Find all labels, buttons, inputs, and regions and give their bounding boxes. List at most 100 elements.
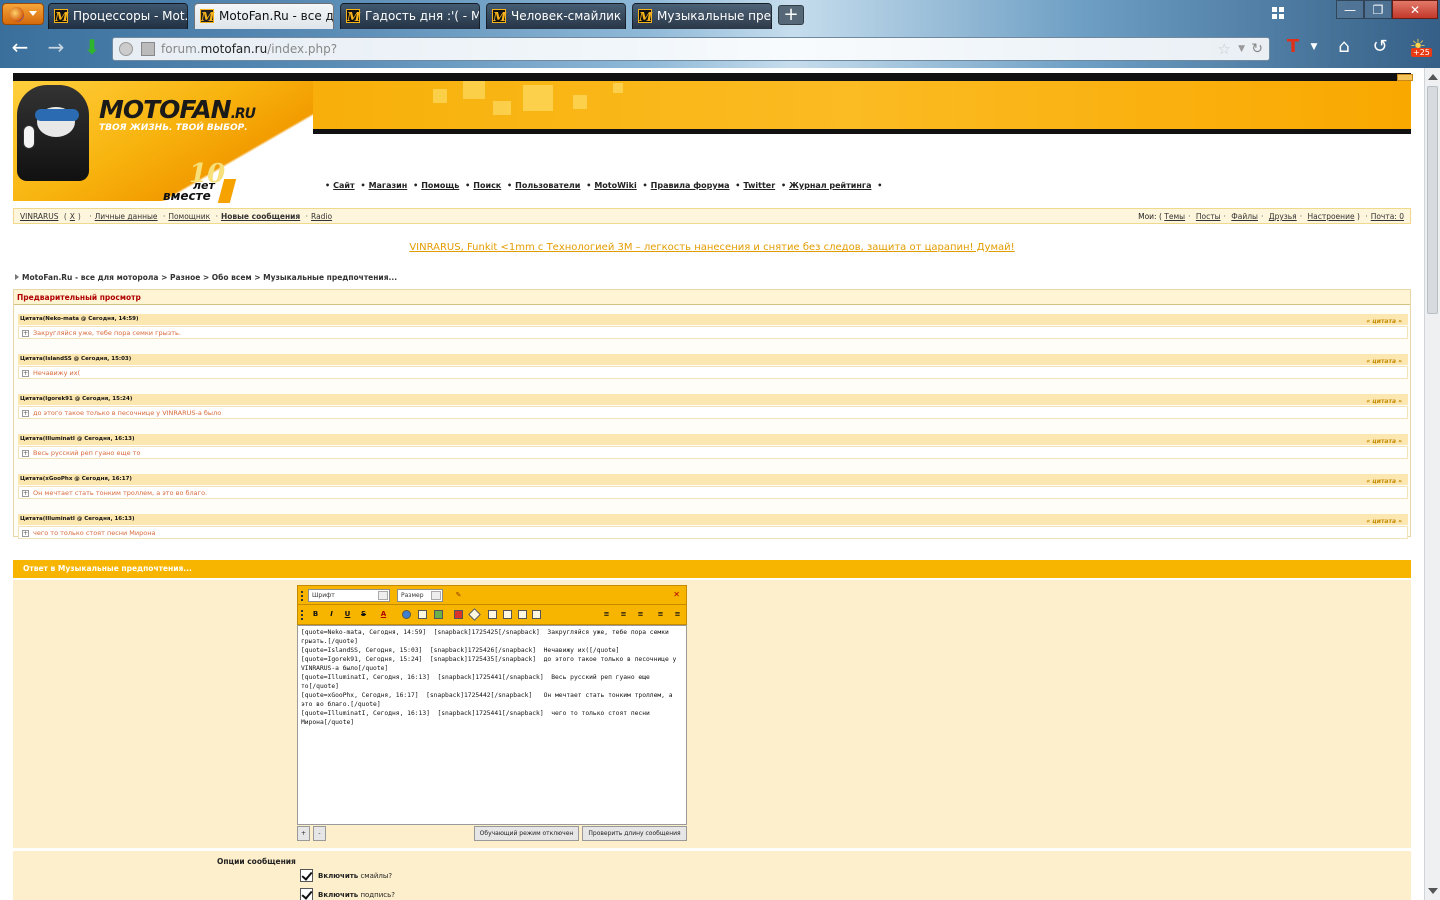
url-path: /index.php?: [267, 42, 338, 56]
site-identity-icon[interactable]: [119, 42, 133, 56]
expand-editor-button[interactable]: +: [297, 826, 310, 841]
menu-toggle-icon[interactable]: [1397, 74, 1413, 81]
logout-link[interactable]: X: [70, 212, 75, 221]
nav-motowiki-link[interactable]: MotoWiki: [594, 181, 636, 190]
tutorial-mode-button[interactable]: Обучающий режим отключен: [474, 826, 579, 841]
browser-tab-4[interactable]: M Человек-смайлик =...: [486, 3, 626, 29]
mine-topics-link[interactable]: Темы: [1164, 212, 1185, 221]
insert-code-icon[interactable]: [468, 608, 481, 621]
strike-button[interactable]: S: [358, 609, 369, 620]
quote-header: Цитата(IlluminatI @ Сегодня, 16:13): [20, 436, 135, 442]
mine-posts-link[interactable]: Посты: [1196, 212, 1221, 221]
scroll-down-icon[interactable]: [1428, 888, 1438, 894]
new-tab-button[interactable]: +: [778, 5, 804, 25]
forward-arrow-icon[interactable]: →: [44, 36, 68, 60]
insert-spoiler-icon[interactable]: [503, 610, 512, 619]
download-arrow-icon[interactable]: ⬇: [80, 36, 104, 60]
numbered-list-icon[interactable]: ≡: [655, 609, 666, 620]
insert-email-icon[interactable]: [418, 610, 427, 619]
history-dropdown-icon[interactable]: ▼: [1238, 38, 1245, 60]
username-link[interactable]: VINRARUS: [20, 212, 58, 221]
mine-mood-link[interactable]: Настроение: [1307, 212, 1354, 221]
tab-bar: M Процессоры - Mot... M MotoFan.Ru - все…: [0, 0, 1440, 30]
maximize-button[interactable]: ❐: [1364, 0, 1392, 19]
nav-twitter-link[interactable]: Twitter: [743, 181, 775, 190]
nav-rating-log-link[interactable]: Журнал рейтинга: [789, 181, 871, 190]
translate-addon-icon[interactable]: T: [1282, 36, 1304, 58]
nav-site-link[interactable]: Сайт: [333, 181, 355, 190]
insert-youtube-icon[interactable]: [454, 610, 463, 619]
insert-link-icon[interactable]: [402, 610, 411, 619]
expand-plus-icon[interactable]: +: [22, 490, 29, 497]
italic-button[interactable]: I: [326, 609, 337, 620]
reload-icon[interactable]: ↻: [1251, 38, 1263, 60]
color-palette-icon[interactable]: ✎: [453, 590, 464, 601]
scroll-up-icon[interactable]: [1428, 74, 1438, 80]
align-right-icon[interactable]: ≡: [635, 609, 646, 620]
expand-plus-icon[interactable]: +: [22, 450, 29, 457]
shrink-editor-button[interactable]: -: [313, 826, 326, 841]
check-length-button[interactable]: Проверить длину сообщения: [582, 826, 687, 841]
font-select[interactable]: Шрифт: [308, 589, 390, 602]
browser-tab-1[interactable]: M Процессоры - Mot...: [48, 3, 188, 29]
firefox-logo-icon: [9, 7, 24, 22]
insert-table-icon[interactable]: [518, 610, 527, 619]
browser-tab-2[interactable]: M MotoFan.Ru - все дл...: [194, 3, 334, 29]
radio-link[interactable]: Radio: [311, 212, 332, 221]
bullet-list-icon[interactable]: ≡: [672, 609, 683, 620]
message-textarea[interactable]: [297, 625, 687, 825]
insert-media-icon[interactable]: [532, 610, 541, 619]
scrollbar-thumb[interactable]: [1427, 86, 1438, 314]
enable-signature-checkbox[interactable]: [300, 888, 313, 900]
mine-friends-link[interactable]: Друзья: [1269, 212, 1297, 221]
editor-bottom-bar: + - Обучающий режим отключен Проверить д…: [297, 826, 687, 842]
size-select[interactable]: Размер: [397, 589, 443, 602]
nav-rules-link[interactable]: Правила форума: [651, 181, 730, 190]
expand-plus-icon[interactable]: +: [22, 330, 29, 337]
mascot-figure: [17, 85, 89, 181]
nav-search-link[interactable]: Поиск: [473, 181, 501, 190]
nav-help-link[interactable]: Помощь: [421, 181, 459, 190]
minimize-button[interactable]: —: [1336, 0, 1364, 19]
address-bar[interactable]: forum.motofan.ru/index.php? ☆ ▼ ↻: [112, 37, 1270, 61]
enable-smilies-label: Включить смайлы?: [318, 872, 393, 880]
tab-groups-icon[interactable]: [1272, 7, 1284, 19]
mine-files-link[interactable]: Файлы: [1231, 212, 1258, 221]
close-window-button[interactable]: ✕: [1392, 0, 1438, 19]
firefox-menu-button[interactable]: [2, 3, 44, 25]
text-color-icon[interactable]: A: [378, 609, 389, 620]
expand-plus-icon[interactable]: +: [22, 370, 29, 377]
home-icon[interactable]: ⌂: [1333, 36, 1355, 58]
insert-image-icon[interactable]: [434, 610, 443, 619]
underline-button[interactable]: U: [342, 609, 353, 620]
motofan-favicon-icon: M: [54, 9, 69, 24]
mail-link[interactable]: Почта: 0: [1371, 212, 1404, 221]
breadcrumb-text[interactable]: MotoFan.Ru - все для моторола > Разное >…: [22, 273, 397, 282]
quote-header: Цитата(IslandSS @ Сегодня, 15:03): [20, 356, 132, 362]
align-center-icon[interactable]: ≡: [618, 609, 629, 620]
bold-button[interactable]: B: [310, 609, 321, 620]
assistant-link[interactable]: Помощник: [168, 212, 210, 221]
browser-tab-5[interactable]: M Музыкальные пред...: [632, 3, 772, 29]
close-toolbar-icon[interactable]: ✕: [673, 590, 680, 599]
editor-toolbar-format: B I U S A ≡ ≡ ≡ ≡ ≡: [297, 605, 687, 625]
expand-plus-icon[interactable]: +: [22, 530, 29, 537]
bookmark-star-icon[interactable]: ☆: [1218, 38, 1231, 60]
quote-text: Закругляйся уже, тебе пора семки грызть.: [33, 329, 181, 337]
nav-shop-link[interactable]: Магазин: [369, 181, 408, 190]
nav-users-link[interactable]: Пользователи: [515, 181, 580, 190]
ad-link[interactable]: VINRARUS, Funkit <1mm с Технологией 3M –…: [409, 242, 1014, 253]
enable-smilies-checkbox[interactable]: [300, 869, 313, 882]
site-logo[interactable]: MOTOFAN.RU ТВОЯ ЖИЗНЬ. ТВОЙ ВЫБОР. 10 ле…: [13, 81, 313, 203]
expand-plus-icon[interactable]: +: [22, 410, 29, 417]
browser-tab-3[interactable]: M Гадость дня :'( - Mot...: [340, 3, 480, 29]
quote-block: Цитата(xGooPhx @ Сегодня, 16:17) « цитата…: [18, 474, 1408, 500]
back-arrow-icon[interactable]: ←: [8, 36, 32, 60]
insert-quote-icon[interactable]: [488, 610, 497, 619]
sync-icon[interactable]: ↺: [1369, 36, 1391, 58]
align-left-icon[interactable]: ≡: [601, 609, 612, 620]
vertical-scrollbar[interactable]: [1424, 68, 1440, 900]
new-messages-link[interactable]: Новые сообщения: [221, 212, 300, 221]
personal-data-link[interactable]: Личные данные: [95, 212, 158, 221]
addon-dropdown-icon[interactable]: ▼: [1303, 36, 1325, 58]
